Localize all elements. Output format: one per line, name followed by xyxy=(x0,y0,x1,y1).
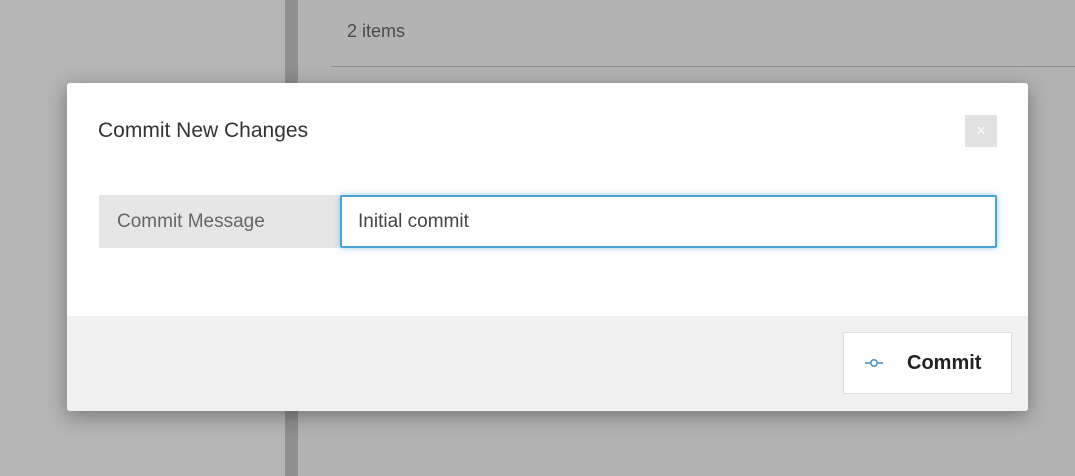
close-button[interactable]: × xyxy=(965,115,997,147)
commit-modal: Commit New Changes × Commit Message Comm… xyxy=(67,83,1028,411)
background-rule xyxy=(331,66,1075,67)
screen: 2 items Commit New Changes × Commit Mess… xyxy=(0,0,1075,476)
modal-title: Commit New Changes xyxy=(98,119,309,142)
commit-message-input[interactable] xyxy=(340,195,997,248)
git-commit-icon xyxy=(865,359,883,368)
item-count: 2 items xyxy=(347,21,406,41)
commit-button[interactable]: Commit xyxy=(843,332,1012,394)
commit-button-label: Commit xyxy=(907,352,982,374)
commit-message-label: Commit Message xyxy=(99,195,340,248)
modal-header: Commit New Changes × xyxy=(67,83,1028,178)
commit-message-row: Commit Message xyxy=(99,195,997,248)
modal-footer: Commit xyxy=(67,316,1028,411)
